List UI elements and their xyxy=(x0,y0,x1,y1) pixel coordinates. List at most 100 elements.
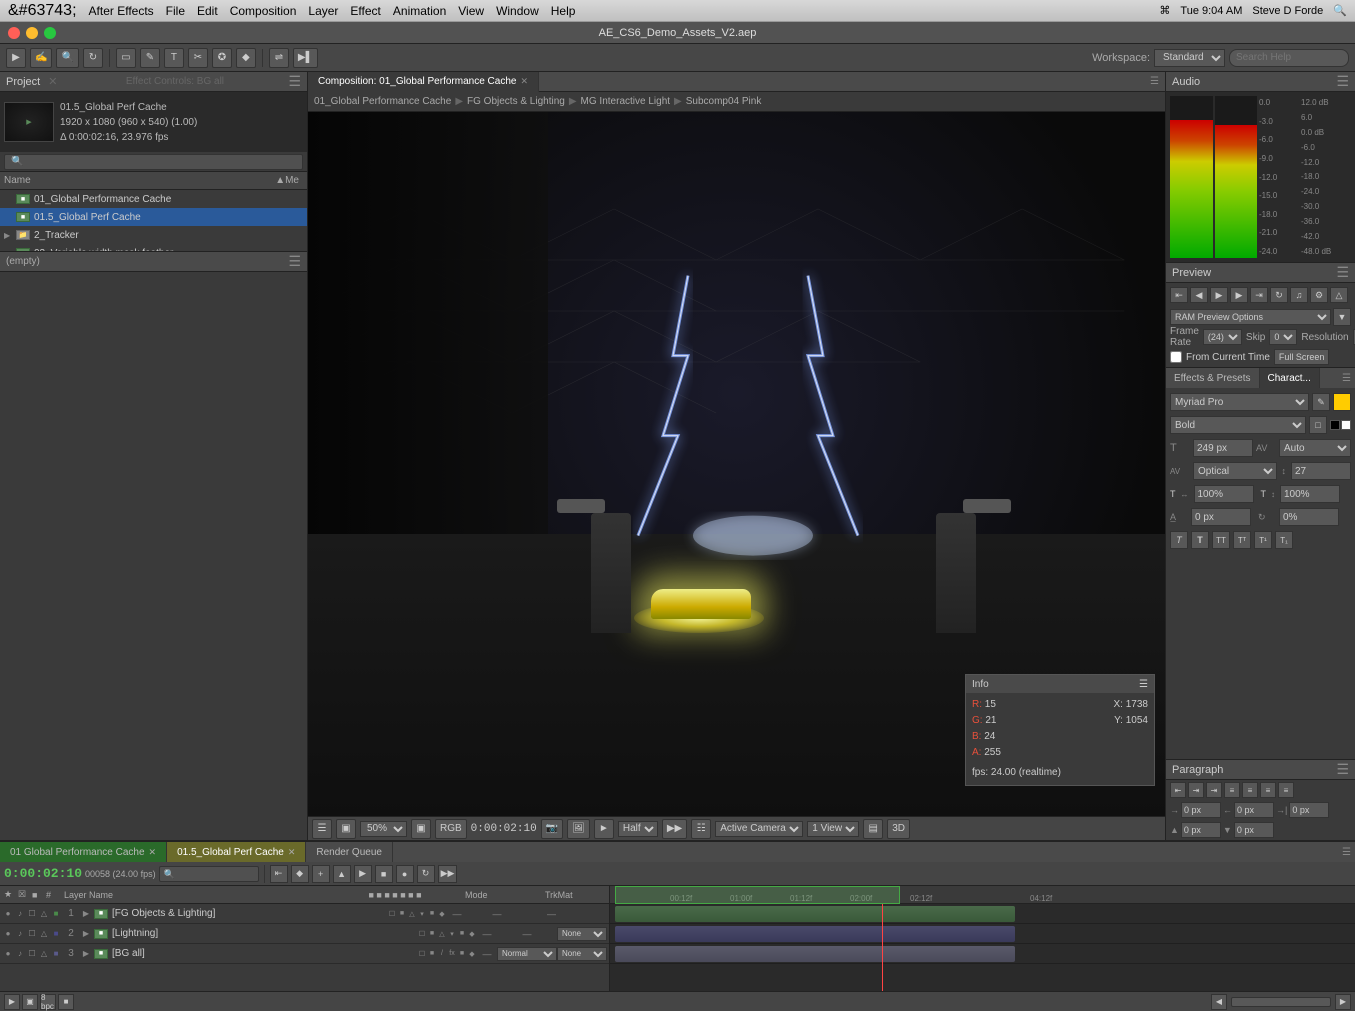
tl-mask-btn[interactable]: ■ xyxy=(375,865,393,883)
small-caps-btn[interactable]: Tᵀ xyxy=(1233,531,1251,549)
workspace-select[interactable]: Standard xyxy=(1154,49,1225,67)
switch-3d[interactable]: fx xyxy=(447,950,457,957)
last-frame-btn[interactable]: ⇥ xyxy=(1250,287,1268,303)
audio-icon-2[interactable]: ♪ xyxy=(14,929,26,938)
first-frame-btn[interactable]: ⇤ xyxy=(1170,287,1188,303)
timeline-tab-2[interactable]: 01.5_Global Perf Cache ✕ xyxy=(167,842,306,862)
layer-row-1[interactable]: ● ♪ ☐ △ ■ 1 ▶ ■ [FG Objects & Lighting] … xyxy=(0,904,609,924)
loop-btn[interactable]: ↻ xyxy=(1270,287,1288,303)
tl-zoom-in-btn[interactable]: ▶ xyxy=(1335,994,1351,1010)
tl-8bpc-btn[interactable]: 8 bpc xyxy=(40,994,56,1010)
menu-window[interactable]: Window xyxy=(496,4,539,18)
menu-aftereffects[interactable]: After Effects xyxy=(89,4,154,18)
timeline-tab-1-close[interactable]: ✕ xyxy=(149,847,157,858)
kerning-select[interactable]: Optical xyxy=(1193,462,1277,480)
font-style-icon[interactable]: ✎ xyxy=(1312,393,1330,411)
project-search-input[interactable] xyxy=(4,154,303,170)
fast-preview-btn[interactable]: ▶▶ xyxy=(662,819,687,839)
comp-menu-btn[interactable]: ☰ xyxy=(312,819,332,839)
tool-rect[interactable]: ▭ xyxy=(116,48,136,68)
switch-1c[interactable]: △ xyxy=(407,910,417,918)
zoom-select[interactable]: 50% xyxy=(360,821,407,837)
expand-icon-3[interactable]: ▶ xyxy=(80,949,92,958)
trkmat-select-3[interactable]: None xyxy=(557,947,607,961)
timeline-tab-1[interactable]: 01 Global Performance Cache ✕ xyxy=(0,842,167,862)
minimize-button[interactable] xyxy=(26,27,38,39)
track-block-2[interactable] xyxy=(615,926,1015,942)
timeline-timecode[interactable]: 0:00:02:10 xyxy=(4,866,82,881)
menu-edit[interactable]: Edit xyxy=(197,4,218,18)
frame-rate-select[interactable]: (24) xyxy=(1203,329,1242,345)
switch-3e[interactable]: ■ xyxy=(457,950,467,957)
full-screen-button[interactable]: Full Screen xyxy=(1274,349,1330,365)
tl-frame-btn[interactable]: ▣ xyxy=(22,994,38,1010)
tl-comp-btn[interactable]: ▶ xyxy=(4,994,20,1010)
tl-move-btn[interactable]: ▲ xyxy=(333,865,351,883)
show-channel-btn[interactable]: ► xyxy=(594,819,614,839)
next-frame-btn[interactable]: ▶ xyxy=(1230,287,1248,303)
expand-icon-1[interactable]: ▶ xyxy=(80,909,92,918)
comp-timecode[interactable]: 0:00:02:10 xyxy=(471,823,537,835)
mute-btn[interactable]: △ xyxy=(1330,287,1348,303)
tracking-select[interactable]: Auto xyxy=(1279,439,1351,457)
info-menu[interactable]: ☰ xyxy=(1139,679,1148,690)
window-controls[interactable] xyxy=(8,27,56,39)
align-center-btn[interactable]: ⇥ xyxy=(1188,782,1204,798)
switch-3c[interactable]: / xyxy=(437,950,447,957)
indent-right-input[interactable] xyxy=(1234,802,1274,818)
fit-btn[interactable]: ▣ xyxy=(411,819,431,839)
tool-stamp[interactable]: ✪ xyxy=(212,48,232,68)
kerning-value-input[interactable] xyxy=(1291,462,1351,480)
bg-color[interactable] xyxy=(1341,420,1351,430)
tool-zoom[interactable]: 🔍 xyxy=(56,48,78,68)
font-size-input[interactable] xyxy=(1193,439,1253,457)
tl-loop-btn[interactable]: ↻ xyxy=(417,865,435,883)
space-before-input[interactable] xyxy=(1181,822,1221,838)
align-right-btn[interactable]: ⇥ xyxy=(1206,782,1222,798)
vis-icon-3[interactable]: ● xyxy=(2,949,14,958)
switch-2e[interactable]: ■ xyxy=(457,930,467,937)
scale-v-input[interactable] xyxy=(1280,485,1340,503)
apple-menu[interactable]: &#63743; xyxy=(8,2,77,20)
lock-icon-1[interactable]: △ xyxy=(38,909,50,918)
font-color-swatch[interactable] xyxy=(1333,393,1351,411)
preview-settings-btn[interactable]: ⚙ xyxy=(1310,287,1328,303)
align-left-btn[interactable]: ⇤ xyxy=(1170,782,1186,798)
layer-row-2[interactable]: ● ♪ ☐ △ ■ 2 ▶ ■ [Lightning] ☐ ■ △ ▾ ■ ◆ … xyxy=(0,924,609,944)
tool-text[interactable]: T xyxy=(164,48,184,68)
render-btn[interactable]: ▤ xyxy=(863,819,883,839)
camera-select[interactable]: Active Camera xyxy=(715,821,803,837)
indent-first-input[interactable] xyxy=(1289,802,1329,818)
breadcrumb-item-3[interactable]: MG Interactive Light xyxy=(581,96,670,107)
comp-tab-active[interactable]: Composition: 01_Global Performance Cache… xyxy=(308,72,539,92)
quality-select[interactable]: Half xyxy=(618,821,658,837)
panel-menu-btn[interactable]: ☰ xyxy=(288,73,301,90)
menu-view[interactable]: View xyxy=(458,4,484,18)
viewport-canvas[interactable]: Info ☰ R: 15 X: 1738 G: 21 Y: 1054 xyxy=(308,112,1165,816)
solo-icon-1[interactable]: ☐ xyxy=(26,909,38,918)
audio-icon-3[interactable]: ♪ xyxy=(14,949,26,958)
skip-select[interactable]: 0 xyxy=(1269,329,1297,345)
tl-zoom-out-btn[interactable]: ◀ xyxy=(1211,994,1227,1010)
switch-2b[interactable]: ■ xyxy=(427,930,437,937)
tool-brush[interactable]: ✂ xyxy=(188,48,208,68)
bold-btn[interactable]: T xyxy=(1191,531,1209,549)
preview-options-expand[interactable]: ▼ xyxy=(1333,308,1351,326)
playhead[interactable] xyxy=(882,904,883,991)
solo-icon-2[interactable]: ☐ xyxy=(26,929,38,938)
vis-icon-1[interactable]: ● xyxy=(2,909,14,918)
tool-hand[interactable]: ✍ xyxy=(30,48,52,68)
tl-trim-btn[interactable]: ▶ xyxy=(354,865,372,883)
tool-arrow[interactable]: ▶ xyxy=(6,48,26,68)
fg-color[interactable] xyxy=(1330,420,1340,430)
timeline-search-input[interactable] xyxy=(159,866,259,882)
timeline-panel-menu[interactable]: ☰ xyxy=(1342,847,1351,858)
paragraph-menu[interactable]: ☰ xyxy=(1336,761,1349,778)
list-item[interactable]: ■ 01_Global Performance Cache xyxy=(0,190,307,208)
tool-rotate[interactable]: ↻ xyxy=(83,48,103,68)
justify-center-btn[interactable]: ≡ xyxy=(1242,782,1258,798)
menu-layer[interactable]: Layer xyxy=(308,4,338,18)
switch-2d[interactable]: ▾ xyxy=(447,930,457,938)
solo-icon-3[interactable]: ☐ xyxy=(26,949,38,958)
show-snapshot-btn[interactable]: 🖼 xyxy=(567,819,590,839)
